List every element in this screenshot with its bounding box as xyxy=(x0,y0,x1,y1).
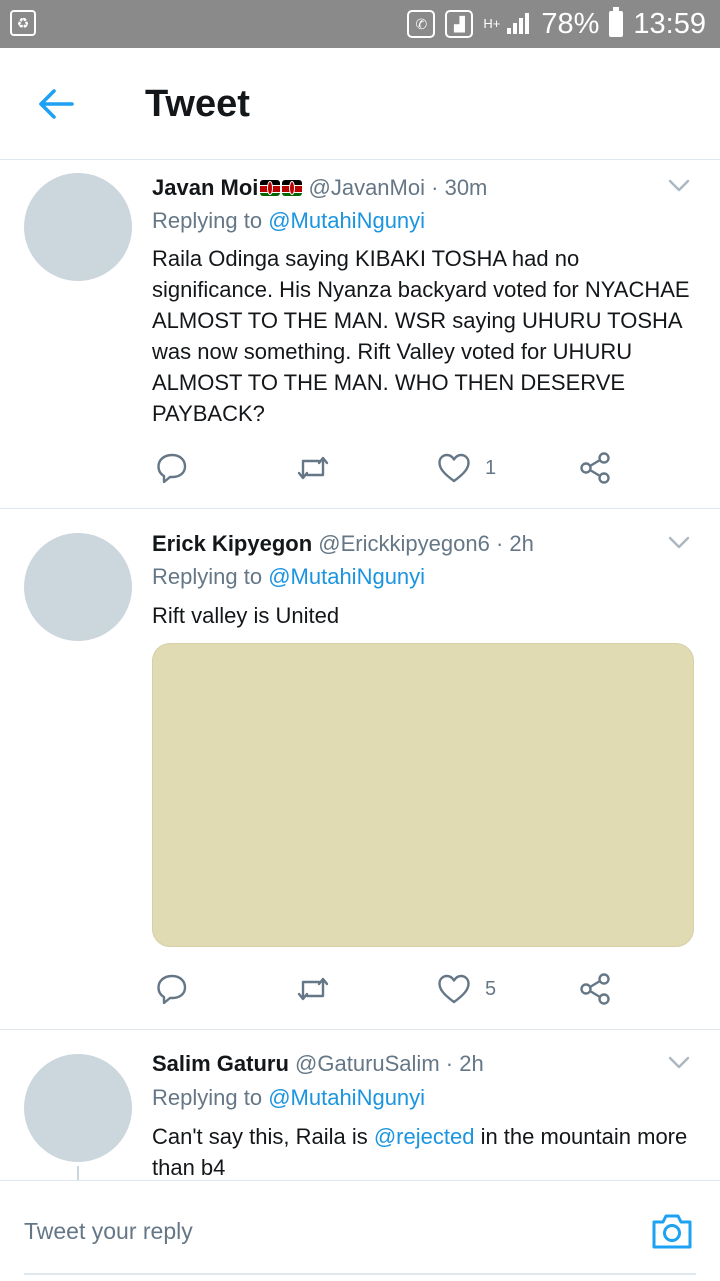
tweet-text-part: Can't say this, Raila is xyxy=(152,1124,374,1149)
back-arrow-icon[interactable] xyxy=(34,82,78,126)
avatar[interactable] xyxy=(24,173,132,281)
reply-button[interactable] xyxy=(155,969,189,1009)
share-icon xyxy=(580,452,610,484)
network-type-icon: H+ xyxy=(483,16,501,31)
reply-icon xyxy=(157,453,187,484)
like-count: 1 xyxy=(485,456,497,479)
retweet-button[interactable] xyxy=(295,448,331,488)
tweet-time: 2h xyxy=(459,1051,484,1076)
status-bar: ♻ ✆ ▟ H+ 78% 13:59 xyxy=(0,0,720,48)
tweet-item[interactable]: Erick Kipyegon @Erickkipyegon6 · 2h Repl… xyxy=(0,509,720,1030)
tweet-text: Raila Odinga saying KIBAKI TOSHA had no … xyxy=(152,246,690,426)
chevron-down-icon[interactable] xyxy=(668,536,690,550)
tweet-header: Salim Gaturu @GaturuSalim · 2h xyxy=(152,1051,484,1077)
battery-percent: 78% xyxy=(541,8,600,40)
tweet-time: 30m xyxy=(444,175,488,200)
share-icon xyxy=(580,973,610,1005)
tweet-header: Javan Moi @JavanMoi · 30m xyxy=(152,175,487,201)
tweet-time: 2h xyxy=(509,531,534,556)
camera-icon[interactable] xyxy=(650,1211,694,1251)
status-bar-right: ✆ ▟ H+ 78% 13:59 xyxy=(407,0,706,48)
thread-connector-line xyxy=(77,1166,79,1180)
clock: 13:59 xyxy=(633,8,706,40)
tweet-media-image[interactable] xyxy=(152,643,694,947)
replying-to-mention[interactable]: @MutahiNgunyi xyxy=(268,564,425,589)
retweet-icon xyxy=(297,456,329,480)
reply-composer xyxy=(0,1180,720,1281)
phone-icon: ✆ xyxy=(407,10,436,38)
replying-to: Replying to @MutahiNgunyi xyxy=(152,208,425,234)
author-name[interactable]: Erick Kipyegon xyxy=(152,531,312,556)
signal-box-icon: ▟ xyxy=(445,10,474,38)
author-name[interactable]: Javan Moi xyxy=(152,175,258,200)
replying-to-prefix: Replying to xyxy=(152,208,263,233)
author-handle[interactable]: @Erickkipyegon6 xyxy=(318,531,490,556)
share-button[interactable] xyxy=(578,969,612,1009)
battery-icon xyxy=(609,7,624,37)
retweet-icon xyxy=(297,977,329,1001)
tweet-text: Rift valley is United xyxy=(152,603,340,628)
author-handle[interactable]: @JavanMoi xyxy=(309,175,426,200)
reply-button[interactable] xyxy=(155,448,189,488)
heart-icon xyxy=(438,453,470,483)
replying-to-prefix: Replying to xyxy=(152,564,263,589)
recycle-notification-icon: ♻ xyxy=(10,10,36,36)
avatar[interactable] xyxy=(24,533,132,641)
reply-icon xyxy=(157,974,187,1005)
tweet-item[interactable]: Salim Gaturu @GaturuSalim · 2h Replying … xyxy=(0,1030,720,1180)
like-count: 5 xyxy=(485,977,497,1000)
inline-mention[interactable]: @rejected xyxy=(374,1124,475,1149)
heart-icon xyxy=(438,974,470,1004)
replying-to: Replying to @MutahiNgunyi xyxy=(152,564,425,590)
share-button[interactable] xyxy=(578,448,612,488)
tweet-item[interactable]: Javan Moi @JavanMoi · 30m Replying to @M… xyxy=(0,160,720,509)
avatar[interactable] xyxy=(24,1054,132,1162)
replying-to-mention[interactable]: @MutahiNgunyi xyxy=(268,208,425,233)
chevron-down-icon[interactable] xyxy=(668,1056,690,1070)
tweet-header: Erick Kipyegon @Erickkipyegon6 · 2h xyxy=(152,531,534,557)
author-name[interactable]: Salim Gaturu xyxy=(152,1051,289,1076)
retweet-button[interactable] xyxy=(295,969,331,1009)
chevron-down-icon[interactable] xyxy=(668,179,690,193)
separator-dot: · xyxy=(431,175,439,200)
app-header: Tweet xyxy=(0,48,720,160)
tweet-actions: 1 xyxy=(155,448,625,488)
divider xyxy=(24,1273,696,1275)
kenya-flag-icon xyxy=(260,180,281,196)
page-title: Tweet xyxy=(145,83,250,125)
author-handle[interactable]: @GaturuSalim xyxy=(295,1051,440,1076)
like-button[interactable]: 5 xyxy=(437,969,496,1009)
signal-strength-icon xyxy=(507,12,531,36)
tweet-actions: 5 xyxy=(155,969,625,1009)
replying-to-mention[interactable]: @MutahiNgunyi xyxy=(268,1085,425,1110)
kenya-flag-icon xyxy=(282,180,303,196)
like-button[interactable]: 1 xyxy=(437,448,496,488)
separator-dot: · xyxy=(445,1051,454,1076)
replying-to-prefix: Replying to xyxy=(152,1085,263,1110)
reply-input[interactable] xyxy=(24,1209,604,1253)
separator-dot: · xyxy=(495,531,504,556)
tweet-text: Can't say this, Raila is @rejected in th… xyxy=(152,1121,692,1180)
replying-to: Replying to @MutahiNgunyi xyxy=(152,1085,425,1111)
